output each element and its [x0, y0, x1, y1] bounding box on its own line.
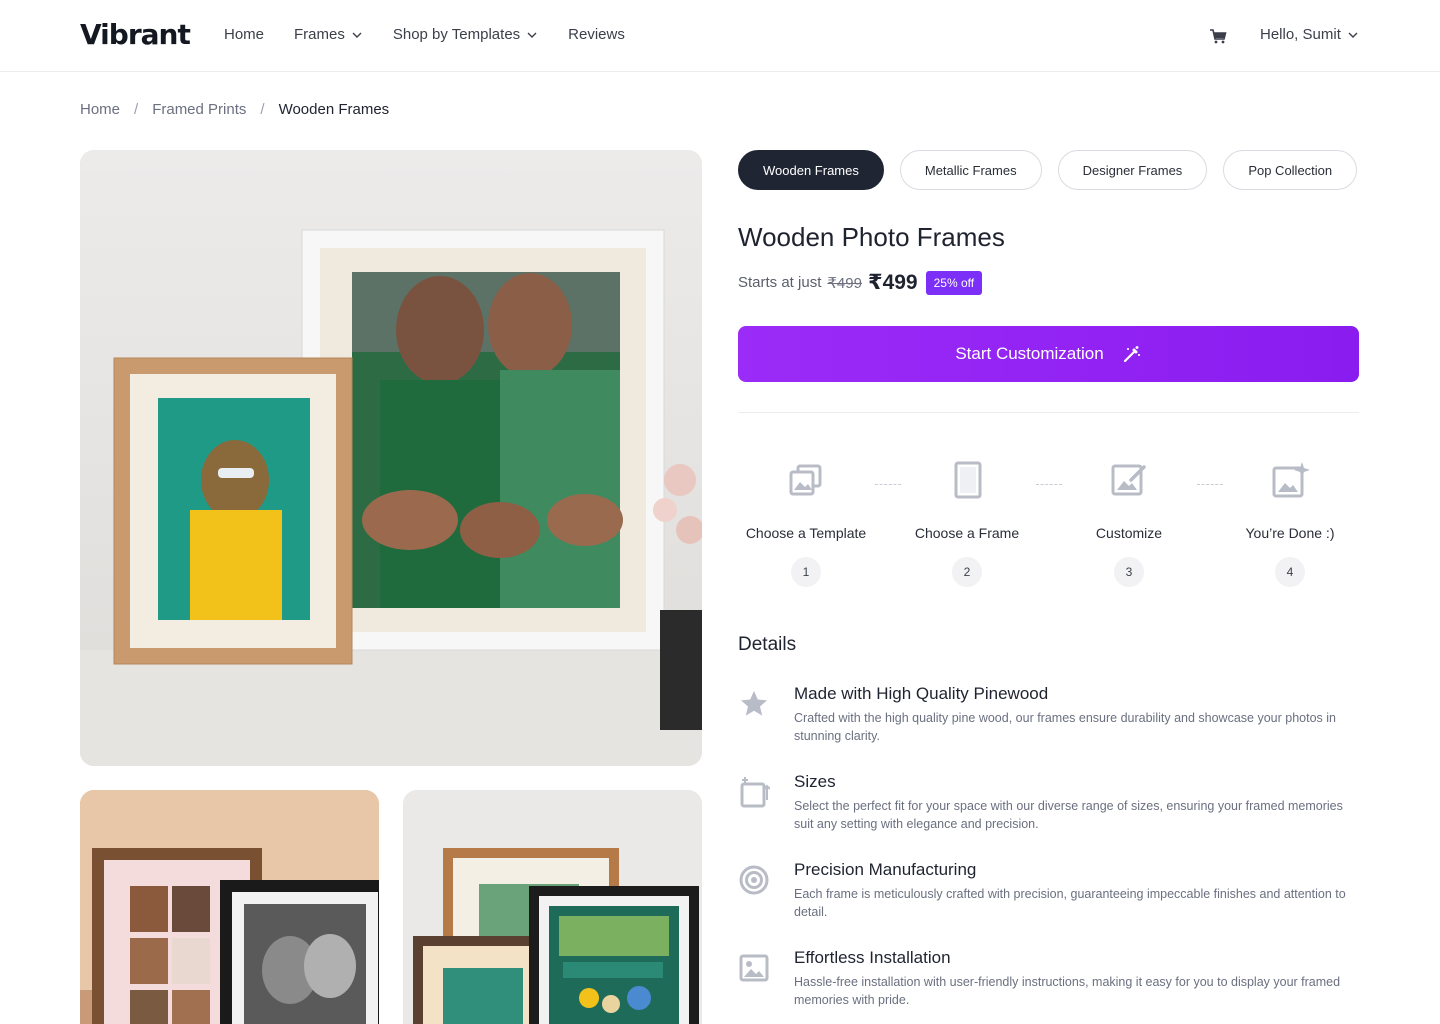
price-lead: Starts at just [738, 274, 822, 291]
detail-description: Each frame is meticulously crafted with … [794, 887, 1346, 919]
detail-description: Crafted with the high quality pine wood,… [794, 711, 1336, 743]
chip-wooden-frames[interactable]: Wooden Frames [738, 150, 884, 190]
start-customization-button[interactable]: Start Customization [738, 326, 1359, 382]
frame-icon [954, 461, 982, 499]
chip-pop-collection[interactable]: Pop Collection [1223, 150, 1358, 190]
price-row: Starts at just ₹499 ₹499 25% off [738, 270, 983, 295]
gallery-icon [789, 464, 822, 496]
chevron-down-icon [1348, 32, 1358, 38]
edit-image-icon [1111, 464, 1146, 496]
breadcrumb-framed-prints[interactable]: Framed Prints [152, 101, 246, 118]
details-heading: Details [738, 634, 797, 655]
user-greeting: Hello, Sumit [1260, 26, 1341, 43]
product-thumbnail-1[interactable] [80, 790, 379, 1024]
nav-frames[interactable]: Frames [294, 26, 363, 43]
detail-description: Hassle-free installation with user-frien… [794, 975, 1341, 1007]
breadcrumb-separator: / [260, 101, 265, 118]
step-label: Choose a Template [745, 525, 867, 541]
discount-badge: 25% off [925, 270, 983, 295]
product-title: Wooden Photo Frames [738, 222, 1005, 252]
user-menu[interactable]: Hello, Sumit [1260, 26, 1359, 43]
step-connector [1036, 484, 1062, 485]
product-main-image[interactable] [80, 150, 702, 766]
step-customize: Customize 3 [1061, 460, 1197, 587]
frames-photo-illustration [80, 150, 702, 766]
detail-description: Select the perfect fit for your space wi… [794, 799, 1343, 831]
step-number: 4 [1275, 557, 1305, 587]
nav-home[interactable]: Home [224, 26, 264, 43]
step-label: You’re Done :) [1245, 525, 1335, 541]
breadcrumb: Home / Framed Prints / Wooden Frames [80, 101, 389, 118]
step-choose-template: Choose a Template 1 [738, 460, 874, 587]
step-done: You’re Done :) 4 [1222, 460, 1358, 587]
step-number: 3 [1114, 557, 1144, 587]
nav-reviews-label: Reviews [568, 26, 625, 43]
detail-title: Effortless Installation [794, 948, 951, 967]
top-header: Vibrant Home Frames Shop by Templates Re… [0, 0, 1440, 72]
brand-logo[interactable]: Vibrant [80, 18, 191, 51]
resize-icon [740, 777, 770, 808]
product-thumbnail-2[interactable] [403, 790, 702, 1024]
nav-shop-label: Shop by Templates [392, 26, 521, 43]
chip-designer-frames[interactable]: Designer Frames [1057, 150, 1208, 190]
step-connector [1197, 484, 1223, 485]
step-choose-frame: Choose a Frame 2 [899, 460, 1035, 587]
step-connector [875, 484, 901, 485]
customization-steps: Choose a Template 1 Choose a Frame 2 Cus… [738, 460, 1359, 590]
collage-frames-illustration [80, 790, 379, 1024]
breadcrumb-home[interactable]: Home [80, 101, 120, 118]
step-number: 2 [952, 557, 982, 587]
section-divider [738, 412, 1359, 413]
step-label: Choose a Frame [914, 525, 1020, 541]
kids-frames-illustration [403, 790, 702, 1024]
detail-title: Precision Manufacturing [794, 860, 977, 879]
target-icon [739, 865, 769, 895]
nav-shop-by-templates[interactable]: Shop by Templates [393, 26, 538, 43]
chevron-down-icon [352, 32, 362, 38]
cart-icon[interactable] [1208, 26, 1228, 46]
nav-frames-label: Frames [294, 26, 345, 43]
step-number: 1 [791, 557, 821, 587]
breadcrumb-separator: / [134, 101, 139, 118]
original-price: ₹499 [827, 274, 862, 292]
cta-label: Start Customization [955, 344, 1104, 363]
sparkle-image-icon [1272, 462, 1310, 498]
current-price: ₹499 [867, 271, 918, 294]
star-icon [741, 691, 767, 716]
category-chips: Wooden Frames Metallic Frames Designer F… [738, 150, 1360, 190]
detail-title: Sizes [794, 772, 836, 791]
magic-wand-icon [1123, 346, 1140, 363]
detail-title: Made with High Quality Pinewood [794, 684, 1049, 703]
chip-metallic-frames[interactable]: Metallic Frames [899, 150, 1042, 190]
step-label: Customize [1095, 525, 1163, 541]
nav-home-label: Home [224, 26, 265, 43]
breadcrumb-current: Wooden Frames [278, 101, 390, 118]
main-nav: Home Frames Shop by Templates Reviews [224, 26, 625, 43]
chevron-down-icon [527, 32, 537, 38]
nav-reviews[interactable]: Reviews [568, 26, 625, 43]
image-icon [739, 954, 769, 982]
